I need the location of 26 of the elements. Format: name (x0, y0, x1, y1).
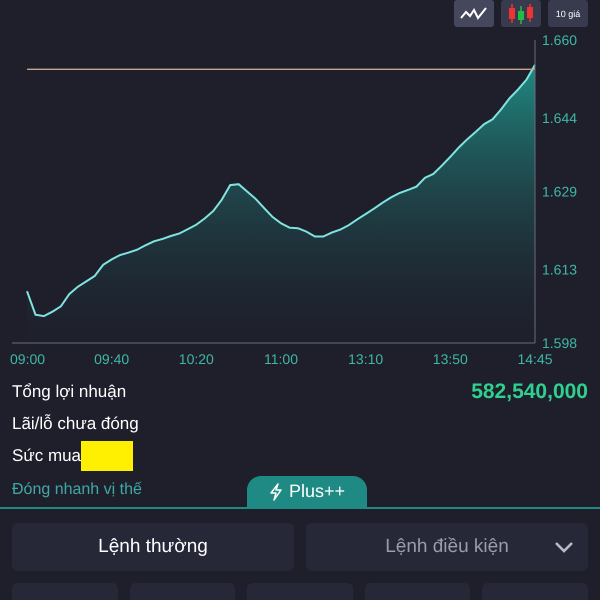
quick-close-link[interactable]: Đóng nhanh vị thế (12, 480, 142, 498)
x-axis-label: 10:20 (178, 351, 214, 367)
x-axis-label: 13:10 (348, 351, 384, 367)
chart-type-button[interactable] (454, 0, 494, 27)
y-axis-label: 1.598 (542, 335, 578, 351)
plus-tab[interactable]: Plus++ (247, 476, 367, 507)
summary-label: Tổng lợi nhuận (12, 382, 126, 402)
x-axis-label: 13:50 (432, 351, 468, 367)
chart-type-button[interactable] (501, 0, 541, 27)
lightning-icon (268, 482, 283, 500)
x-axis-label: 09:40 (94, 351, 130, 367)
line-chart-icon (459, 6, 489, 22)
summary-label: Lãi/lỗ chưa đóng (12, 414, 139, 434)
order-tab[interactable]: Lệnh điều kiện (306, 523, 588, 571)
y-axis-label: 1.629 (542, 184, 578, 200)
chart-type-button[interactable]: 10 giá (548, 0, 588, 27)
x-axis-label: 09:00 (10, 351, 46, 367)
x-axis-label: 14:45 (517, 351, 553, 367)
candlestick-icon (507, 2, 535, 24)
y-axis-label: 1.613 (542, 262, 578, 278)
profit-value: 582,540,000 (471, 380, 588, 404)
summary-label: Sức mua (12, 446, 82, 466)
y-axis-label: 1.660 (542, 32, 578, 48)
y-axis-label: 1.644 (542, 110, 578, 126)
order-tab[interactable]: Lệnh thường (12, 523, 294, 571)
x-axis-label: 11:00 (264, 351, 298, 367)
